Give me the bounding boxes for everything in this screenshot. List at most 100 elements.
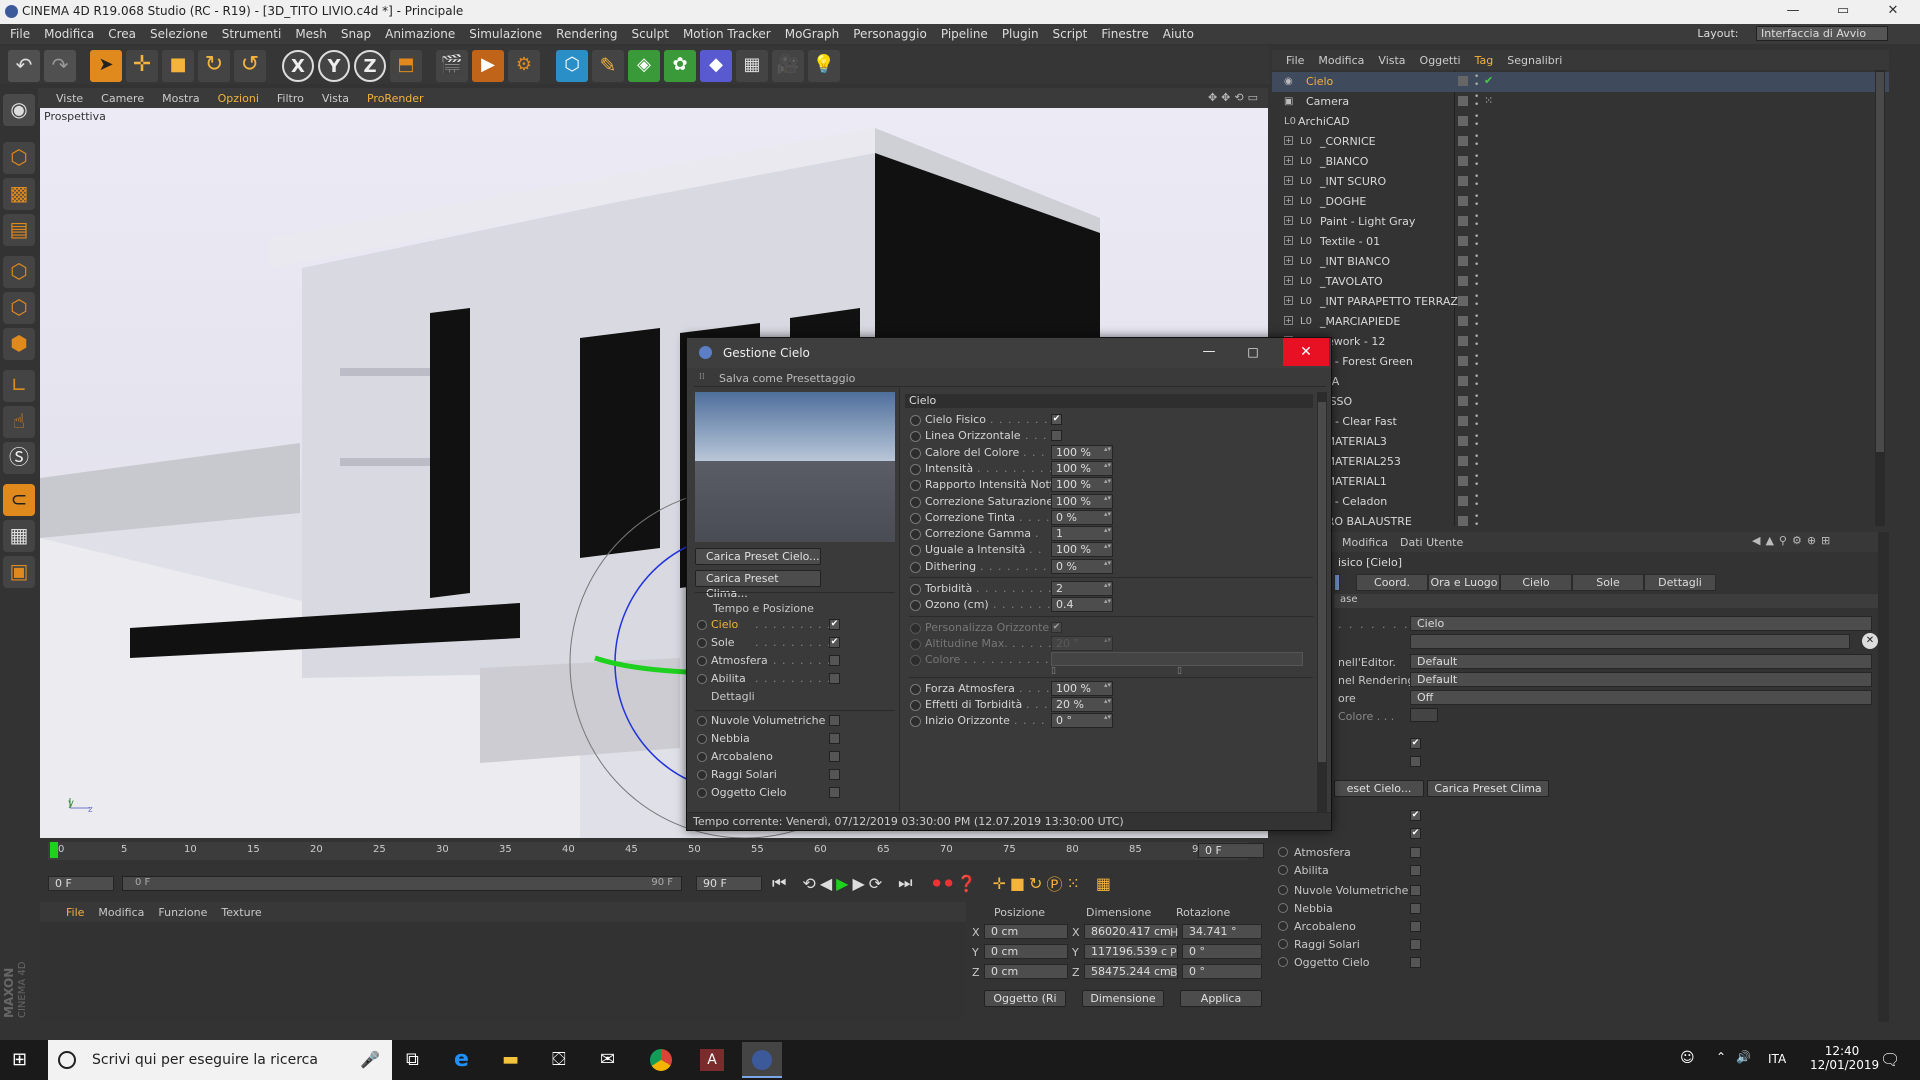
attr-list-radio[interactable] xyxy=(1278,865,1288,875)
viewport-menu-vista[interactable]: Vista xyxy=(322,92,349,105)
coord-mode-size-dropdown[interactable]: Dimensione xyxy=(1082,990,1164,1007)
left-list-checkbox[interactable] xyxy=(829,655,840,666)
property-radio[interactable] xyxy=(910,683,921,695)
y-axis-lock-icon[interactable]: Y xyxy=(318,50,350,82)
property-value-field[interactable]: 100 % xyxy=(1051,444,1113,460)
menu-finestre[interactable]: Finestre xyxy=(1101,27,1148,41)
tab-ora-e-luogo[interactable]: Ora e Luogo xyxy=(1428,574,1500,591)
left-list-checkbox[interactable] xyxy=(829,751,840,762)
property-radio[interactable] xyxy=(910,529,921,541)
left-list-item[interactable]: Raggi Solari xyxy=(687,766,887,784)
property-checkbox[interactable]: ✔ xyxy=(1051,414,1062,425)
menu-crea[interactable]: Crea xyxy=(108,27,136,41)
expand-icon[interactable]: + xyxy=(1284,196,1293,205)
language-indicator[interactable]: ITA xyxy=(1768,1052,1786,1066)
coord-size-field[interactable]: 86020.417 cm xyxy=(1084,924,1178,939)
attr-load-climate-preset-button[interactable]: Carica Preset Clima xyxy=(1427,780,1549,797)
editor-render-dots[interactable]: • • xyxy=(1474,333,1479,350)
playhead-marker[interactable] xyxy=(50,842,58,858)
dialog-scrollbar[interactable] xyxy=(1317,392,1327,812)
object-row[interactable]: + L0 Paint - Light Gray • • xyxy=(1272,212,1889,232)
property-radio[interactable] xyxy=(910,638,921,650)
render-picture-viewer-icon[interactable]: ▶ xyxy=(472,50,504,82)
property-radio[interactable] xyxy=(910,655,921,667)
attr-name-field[interactable]: Cielo xyxy=(1410,616,1872,631)
key-rotation-icon[interactable]: ↻ xyxy=(1029,874,1042,893)
visibility-tag-icon[interactable] xyxy=(1458,436,1468,446)
dialog-maximize-button[interactable]: □ xyxy=(1233,339,1273,365)
coord-rotation-field[interactable]: 34.741 ° xyxy=(1182,924,1262,939)
editor-render-dots[interactable]: • • xyxy=(1474,213,1479,230)
dialog-close-button[interactable]: ✕ xyxy=(1283,338,1329,366)
left-list-item[interactable]: Oggetto Cielo xyxy=(687,784,887,802)
visibility-tag-icon[interactable] xyxy=(1458,316,1468,326)
viewport-menu-camere[interactable]: Camere xyxy=(101,92,144,105)
attr-list-checkbox[interactable] xyxy=(1410,903,1421,914)
property-radio[interactable] xyxy=(910,480,921,492)
visibility-tag-icon[interactable] xyxy=(1458,296,1468,306)
attr-list-checkbox[interactable] xyxy=(1410,939,1421,950)
visibility-tag-icon[interactable] xyxy=(1458,456,1468,466)
viewport-nav-icons[interactable]: ✥✥⟲▭ xyxy=(1208,91,1262,104)
left-list-item-cielo[interactable]: Cielo . . . . . . . . . . ✔ xyxy=(687,616,887,634)
key-point-level-icon[interactable]: ⁙ xyxy=(1066,874,1079,893)
expand-icon[interactable]: + xyxy=(1284,156,1293,165)
visibility-tag-icon[interactable] xyxy=(1458,216,1468,226)
property-radio[interactable] xyxy=(910,561,921,573)
left-list-item[interactable]: Arcobaleno xyxy=(687,748,887,766)
visibility-tag-icon[interactable] xyxy=(1458,496,1468,506)
property-value-field[interactable]: 2 xyxy=(1051,581,1113,596)
left-list-radio[interactable] xyxy=(697,752,707,762)
left-list-radio[interactable] xyxy=(697,620,707,630)
left-list-radio[interactable] xyxy=(697,734,707,744)
texture-mode-icon[interactable]: ▩ xyxy=(3,178,35,210)
menu-modifica[interactable]: Modifica xyxy=(44,27,94,41)
visibility-tag-icon[interactable] xyxy=(1458,396,1468,406)
left-list-checkbox[interactable] xyxy=(829,733,840,744)
enabled-check-icon[interactable]: ✔ xyxy=(1484,74,1493,87)
obj-menu-file[interactable]: File xyxy=(1286,54,1304,67)
horizon-color-gradient[interactable] xyxy=(1051,652,1303,667)
tab-dettagli[interactable]: Dettagli xyxy=(1644,574,1716,591)
obj-menu-vista[interactable]: Vista xyxy=(1378,54,1405,67)
property-radio[interactable] xyxy=(910,447,921,459)
property-value-field[interactable]: 100 % xyxy=(1051,680,1113,696)
property-value-field[interactable]: 1 xyxy=(1051,526,1113,542)
viewport-menu-mostra[interactable]: Mostra xyxy=(162,92,200,105)
attr-list-radio[interactable] xyxy=(1278,885,1288,895)
property-row[interactable]: Ozono (cm) . . . . . . . 0.4 xyxy=(905,595,1315,615)
object-row[interactable]: + L0 _TAVOLATO • • xyxy=(1272,272,1889,292)
editor-render-dots[interactable]: • • xyxy=(1474,73,1479,90)
attr-list-radio[interactable] xyxy=(1278,957,1288,967)
render-view-icon[interactable]: 🎬 xyxy=(436,50,468,82)
menu-motion-tracker[interactable]: Motion Tracker xyxy=(683,27,771,41)
tab-sole[interactable]: Sole xyxy=(1572,574,1644,591)
rotate-icon[interactable]: ↻ xyxy=(198,50,230,82)
taskbar-search-box[interactable]: Scrivi qui per eseguire la ricerca 🎤 xyxy=(48,1040,392,1080)
editor-render-dots[interactable]: • • xyxy=(1474,233,1479,250)
attribute-nav-icons[interactable]: ◀▲⚲⚙⊕⊞ xyxy=(1752,534,1835,547)
object-row[interactable]: +L0_MATERIAL253•• xyxy=(1272,452,1889,472)
property-value-field[interactable]: 100 % xyxy=(1051,460,1113,476)
coord-size-field[interactable]: 58475.244 cm xyxy=(1084,964,1178,979)
menu-selezione[interactable]: Selezione xyxy=(150,27,208,41)
deformer-icon[interactable]: ◆ xyxy=(700,50,732,82)
go-to-start-icon[interactable]: ⏮ xyxy=(772,873,786,893)
property-radio[interactable] xyxy=(910,545,921,557)
left-list-radio[interactable] xyxy=(697,674,707,684)
expand-icon[interactable]: + xyxy=(1284,176,1293,185)
property-value-field[interactable]: 0.4 xyxy=(1051,597,1113,613)
attr-list-radio[interactable] xyxy=(1278,903,1288,913)
left-list-item-sole[interactable]: Sole . . . . . . . . . . ✔ xyxy=(687,634,887,652)
mat-menu-file[interactable]: File xyxy=(66,906,84,919)
expand-icon[interactable]: + xyxy=(1284,216,1293,225)
menu-mograph[interactable]: MoGraph xyxy=(785,27,840,41)
keyframe-selection-icon[interactable]: ❓ xyxy=(957,874,977,893)
tab-coord[interactable]: Coord. xyxy=(1356,574,1428,591)
mat-menu-funzione[interactable]: Funzione xyxy=(158,906,207,919)
clock[interactable]: 12:40 12/01/2019 xyxy=(1810,1044,1879,1072)
editor-render-dots[interactable]: • • xyxy=(1474,133,1479,150)
left-list-radio[interactable] xyxy=(697,716,707,726)
property-radio[interactable] xyxy=(910,699,921,711)
grid-snap-icon[interactable]: ▦ xyxy=(3,520,35,552)
